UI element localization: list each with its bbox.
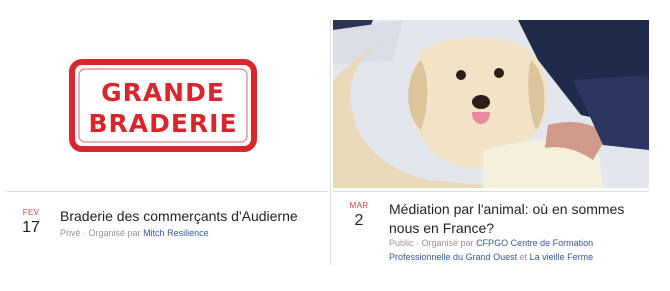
event-cover-braderie[interactable]: GRANDE BRADERIE xyxy=(6,20,328,188)
stamp-line2: BRADERIE xyxy=(88,109,237,138)
event-meta: Privé · Organisé par Mitch Resilience xyxy=(60,226,320,240)
event-meta: Public · Organisé par CFPGO Centre de Fo… xyxy=(389,236,643,264)
stamp-line1: GRANDE xyxy=(101,78,225,107)
event-day: 17 xyxy=(22,219,40,236)
event-card-braderie[interactable]: GRANDE BRADERIE FEV 17 Braderie des comm… xyxy=(6,20,328,265)
event-title-link[interactable]: Braderie des commerçants d'Audierne xyxy=(60,207,320,226)
meta-separator: · xyxy=(413,238,422,248)
event-month: FEV xyxy=(22,208,40,217)
cards-separator xyxy=(330,20,331,265)
event-date: MAR 2 xyxy=(339,201,379,230)
event-card-mediation[interactable]: MAR 2 Médiation par l'animal: où en somm… xyxy=(333,20,649,265)
dog-photo-image xyxy=(333,20,649,188)
event-visibility: Privé xyxy=(60,228,81,238)
organizer-link[interactable]: Mitch Resilience xyxy=(143,228,209,238)
grande-braderie-stamp-image: GRANDE BRADERIE xyxy=(69,59,257,152)
event-day: 2 xyxy=(354,212,364,229)
event-month: MAR xyxy=(349,201,369,210)
organizer-conjunction: et xyxy=(519,252,528,262)
card-divider xyxy=(6,191,328,192)
organized-by-label: Organisé par xyxy=(421,238,474,248)
card-divider xyxy=(333,191,649,192)
meta-separator: · xyxy=(80,228,89,238)
event-cover-mediation[interactable] xyxy=(333,20,649,188)
event-date: FEV 17 xyxy=(11,208,51,237)
organized-by-label: Organisé par xyxy=(88,228,141,238)
event-visibility: Public xyxy=(389,238,414,248)
organizer-link-vieille-ferme[interactable]: La vieille Ferme xyxy=(530,252,594,262)
event-title-link[interactable]: Médiation par l'animal: où en sommes nou… xyxy=(389,200,643,238)
